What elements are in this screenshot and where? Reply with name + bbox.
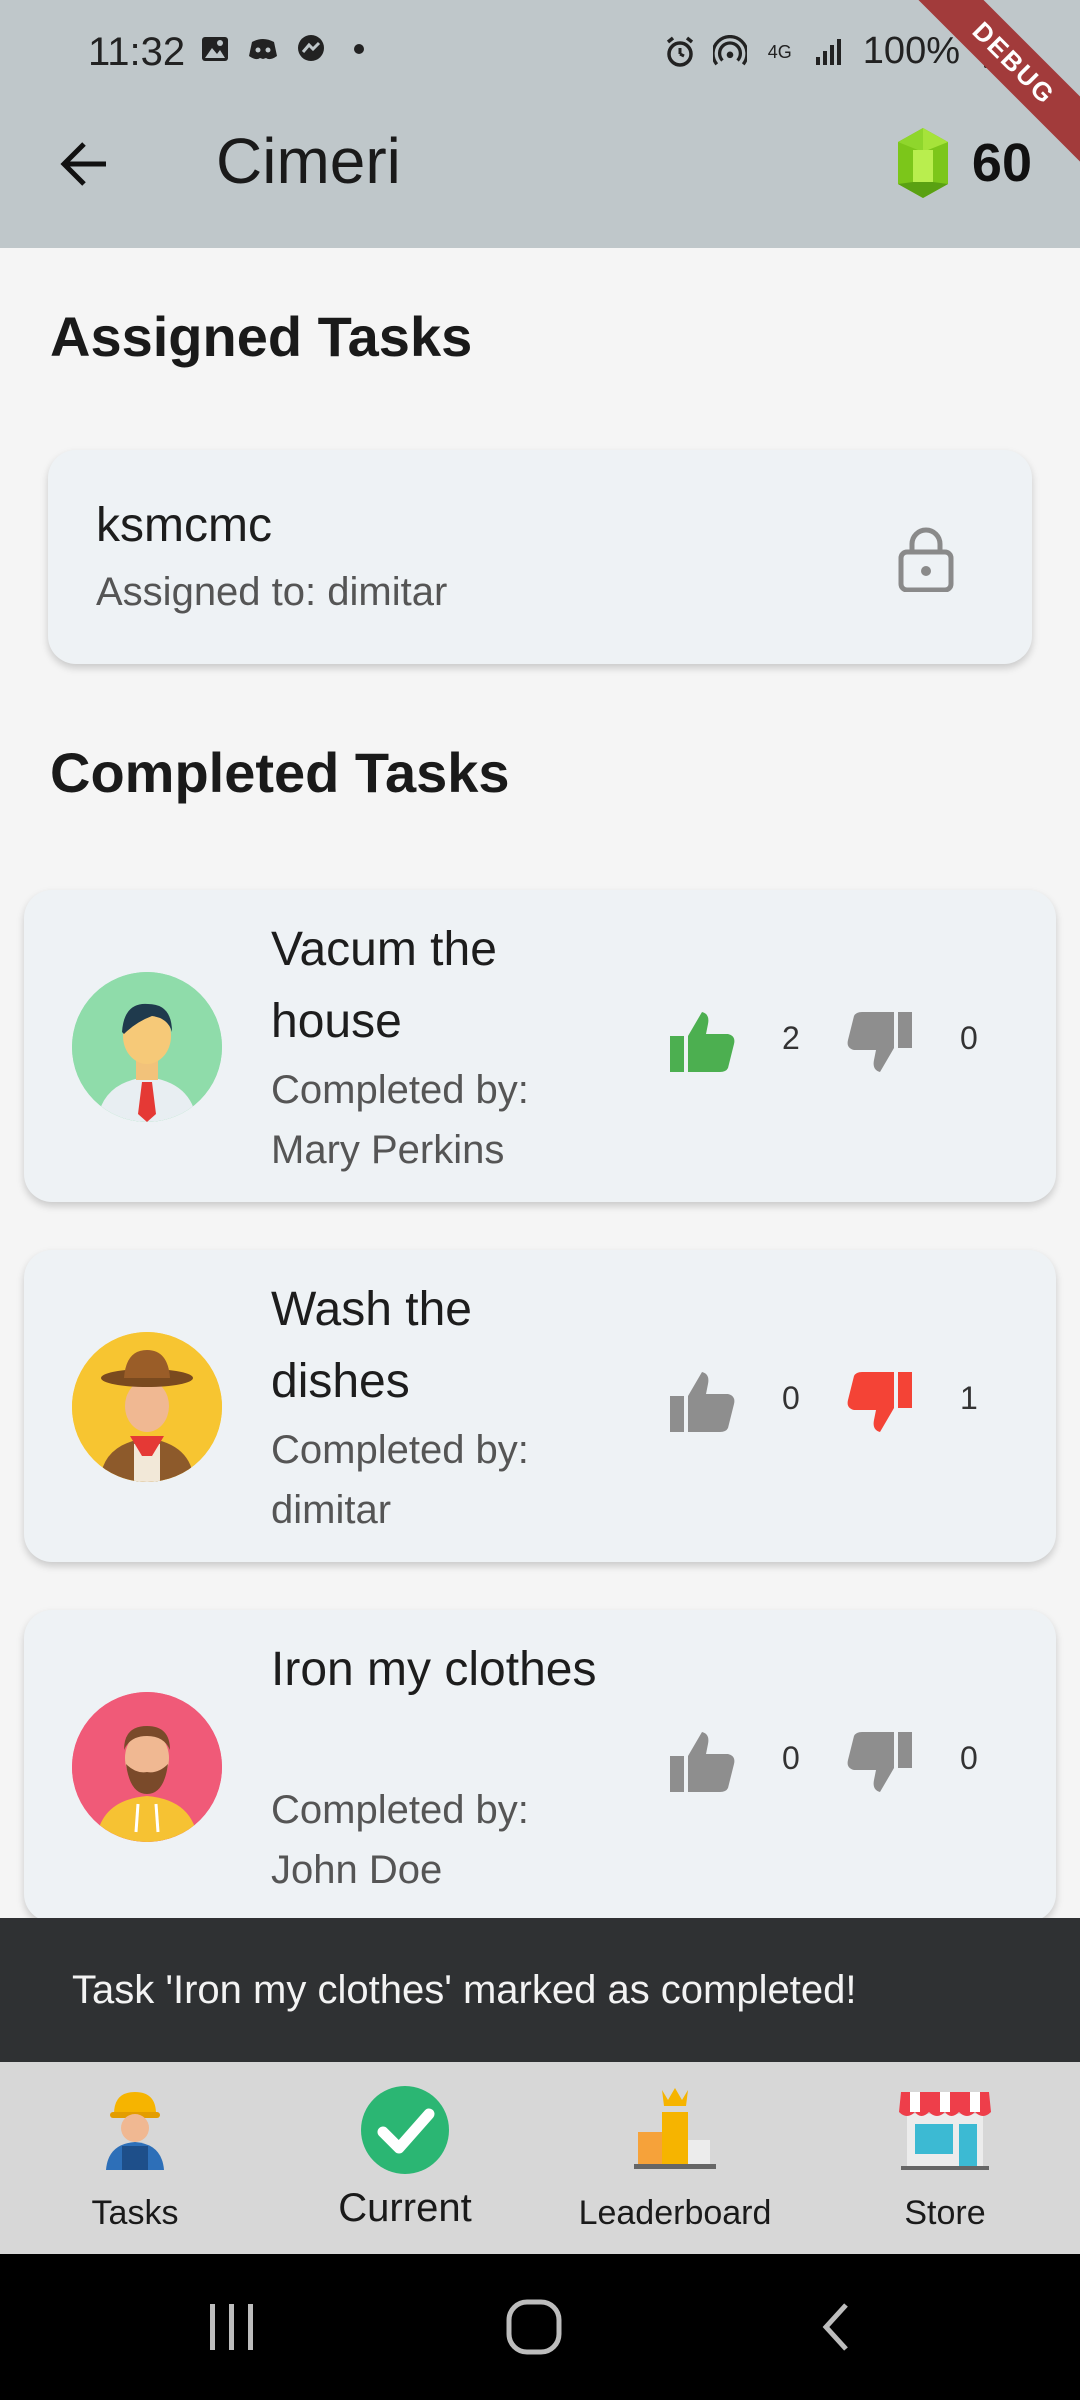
avatar [72,1692,222,1842]
battery-percent: 100% [862,30,960,72]
task-title: Wash the dishes [271,1283,472,1408]
avatar [72,1332,222,1482]
thumbs-down-button[interactable] [844,1366,916,1438]
thumbs-up-button[interactable] [666,1366,738,1438]
nav-label: Current [338,2186,472,2230]
avatar [72,972,222,1122]
home-icon [506,2299,562,2355]
thumbs-up-icon [670,1012,735,1072]
nav-leaderboard[interactable]: Leaderboard [540,2062,810,2254]
thumbs-down-icon [847,1012,912,1072]
gallery-notification-icon [198,32,232,66]
hotspot-icon [712,34,747,69]
task-title: Iron my clothes [271,1643,597,1696]
dislike-count: 1 [960,1380,978,1416]
dislike-count: 0 [960,1740,978,1776]
thumbs-down-button[interactable] [844,1006,916,1078]
app-bar: Cimeri 60 [0,104,1080,248]
nav-current[interactable]: Current [270,2062,540,2254]
bottom-navigation: Tasks Current Leaderboard Store [0,2062,1080,2254]
task-completed-by: Completed by: Mary Perkins [271,1068,529,1172]
task-completed-by: Completed by: John Doe [271,1788,529,1892]
completed-task-card[interactable]: Vacum the house Completed by: Mary Perki… [24,890,1056,1202]
snackbar: Task 'Iron my clothes' marked as complet… [0,1918,1080,2062]
completed-task-card[interactable]: Iron my clothes Completed by: John Doe 0… [24,1610,1056,1922]
thumbs-down-icon [847,1732,912,1792]
completed-task-card[interactable]: Wash the dishes Completed by: dimitar 0 … [24,1250,1056,1562]
cowboy-avatar-icon [72,1332,222,1482]
thumbs-up-button[interactable] [666,1006,738,1078]
home-button[interactable] [434,2254,634,2400]
gem-balance: 60 [896,126,1032,200]
nav-store[interactable]: Store [810,2062,1080,2254]
signal-icon [813,35,847,69]
assigned-section-title: Assigned Tasks [50,305,473,368]
network-type-icon: 4G [763,35,797,69]
arrow-back-icon [60,142,106,186]
gem-icon [897,128,948,198]
store-icon [899,2092,991,2170]
more-notifications-dot-icon [342,32,376,66]
task-title: Vacum the house [271,923,497,1048]
recent-apps-icon [210,2304,253,2350]
thumbs-down-icon [847,1372,912,1432]
bearded-man-avatar-icon [72,1692,222,1842]
thumbs-up-button[interactable] [666,1726,738,1798]
network-type-label: 4G [767,41,792,62]
completed-section-title: Completed Tasks [50,741,510,804]
discord-notification-icon [246,32,280,66]
messenger-notification-icon [294,32,328,66]
man-with-tie-avatar-icon [72,972,222,1122]
like-count: 0 [782,1740,800,1776]
task-completed-by: Completed by: dimitar [271,1428,529,1532]
worker-icon [106,2092,164,2170]
leaderboard-podium-icon [634,2088,716,2169]
page-title: Cimeri [216,125,401,197]
status-time: 11:32 [88,30,186,74]
alarm-icon [663,35,697,69]
assigned-to-label: Assigned to: dimitar [96,570,448,614]
lock-icon [898,527,954,592]
gem-count: 60 [971,133,1032,193]
assigned-task-name: ksmcmc [96,499,272,552]
system-navigation-bar [0,2254,1080,2400]
nav-label: Leaderboard [578,2194,772,2232]
thumbs-up-icon [670,1372,735,1432]
system-back-button[interactable] [736,2254,936,2400]
status-bar: 11:32 4G 100% [0,0,1080,104]
thumbs-down-button[interactable] [844,1726,916,1798]
nav-label: Tasks [91,2194,179,2232]
thumbs-up-icon [670,1732,735,1792]
like-count: 2 [782,1020,800,1056]
check-circle-icon [361,2086,449,2174]
status-left-icons [198,32,376,66]
dislike-count: 0 [960,1020,978,1056]
snackbar-message: Task 'Iron my clothes' marked as complet… [72,1968,857,2012]
nav-label: Store [904,2194,986,2232]
chevron-left-icon [822,2303,848,2351]
top-area: 11:32 4G 100% Cimeri 60 DEBUG [0,0,1080,248]
recent-apps-button[interactable] [132,2254,332,2400]
like-count: 0 [782,1380,800,1416]
assigned-task-card[interactable]: ksmcmc Assigned to: dimitar [48,450,1032,664]
nav-tasks[interactable]: Tasks [0,2062,270,2254]
back-button[interactable] [48,128,120,200]
